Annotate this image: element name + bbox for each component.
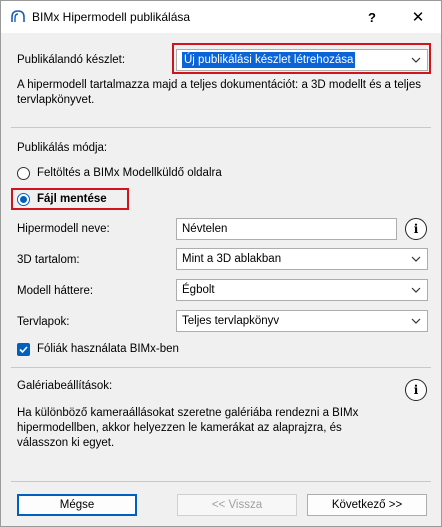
layers-checkbox-label[interactable]: Fóliák használata BIMx-ben (37, 343, 179, 355)
bimx-app-icon (11, 10, 25, 22)
publish-mode-title: Publikálás módja: (17, 142, 108, 154)
radio-save-file[interactable] (17, 193, 30, 206)
publish-set-label: Publikálandó készlet: (17, 54, 126, 66)
model-name-label: Hipermodell neve: (17, 223, 110, 235)
divider (11, 481, 431, 482)
background-select[interactable]: Égbolt (176, 279, 428, 301)
layers-checkbox[interactable] (17, 343, 30, 356)
annotation-box-publish-set (172, 43, 431, 74)
3d-content-label: 3D tartalom: (17, 254, 80, 266)
chevron-down-icon (411, 318, 421, 324)
gallery-description: Ha különböző kameraállásokat szeretne ga… (17, 407, 359, 449)
back-button[interactable]: << Vissza (177, 494, 297, 516)
window-title: BIMx Hipermodell publikálása (32, 10, 191, 24)
help-button[interactable]: ? (349, 1, 395, 33)
radio-upload-label[interactable]: Feltöltés a BIMx Modellküldő oldalra (37, 167, 222, 179)
info-icon[interactable]: i (405, 218, 427, 240)
publish-dialog: BIMx Hipermodell publikálása ? ✕ Publiká… (0, 0, 442, 527)
layouts-label: Tervlapok: (17, 316, 70, 328)
radio-upload[interactable] (17, 167, 30, 180)
chevron-down-icon (411, 256, 421, 262)
layouts-value: Teljes tervlapkönyv (182, 315, 280, 327)
dialog-content: Publikálandó készlet: Új publikálási kés… (1, 33, 441, 527)
divider (11, 127, 431, 128)
checkmark-icon (19, 346, 28, 354)
radio-save-file-label[interactable]: Fájl mentése (37, 193, 107, 205)
publish-set-description: A hipermodell tartalmazza majd a teljes … (17, 79, 421, 106)
background-label: Modell háttere: (17, 285, 94, 297)
layouts-select[interactable]: Teljes tervlapkönyv (176, 310, 428, 332)
3d-content-select[interactable]: Mint a 3D ablakban (176, 248, 428, 270)
gallery-title: Galériabeállítások: (17, 380, 113, 392)
divider (11, 367, 431, 368)
close-button[interactable]: ✕ (395, 1, 441, 33)
3d-content-value: Mint a 3D ablakban (182, 253, 282, 265)
cancel-button[interactable]: Mégse (17, 494, 137, 516)
next-button[interactable]: Következő >> (307, 494, 427, 516)
model-name-input[interactable]: Névtelen (176, 218, 397, 240)
title-bar: BIMx Hipermodell publikálása ? ✕ (1, 1, 441, 33)
chevron-down-icon (411, 287, 421, 293)
model-name-value: Névtelen (182, 223, 228, 235)
background-value: Égbolt (182, 284, 215, 296)
info-icon[interactable]: i (405, 379, 427, 401)
